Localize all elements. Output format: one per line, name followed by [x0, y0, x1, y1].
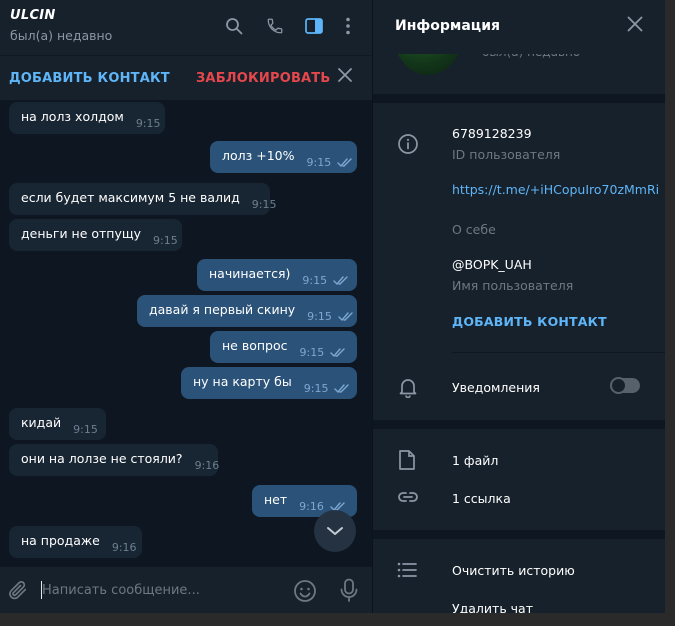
file-icon: [397, 449, 417, 475]
username-value[interactable]: @BOPK_UAH: [452, 257, 532, 272]
close-icon[interactable]: [338, 67, 352, 86]
message-text: они на лолзе не стояли?: [21, 450, 183, 466]
bio-label: О себе: [452, 222, 496, 237]
sidebar-panel-icon[interactable]: [302, 14, 326, 38]
message-time: 9:15: [251, 197, 277, 211]
read-check-icon: [330, 347, 346, 357]
message-bubble[interactable]: если будет максимум 5 не валид 9:15: [9, 183, 276, 215]
message-text: на продаже: [21, 532, 100, 548]
bio-link[interactable]: https://t.me/+iHCopuIro70zMmRi: [452, 180, 662, 199]
message-text: не вопрос: [222, 337, 288, 353]
scroll-to-bottom-button[interactable]: [314, 510, 356, 552]
message-time: 9:16: [111, 540, 137, 554]
message-time: 9:15: [302, 273, 328, 287]
contact-action-bar: ДОБАВИТЬ КОНТАКТ ЗАБЛОКИРОВАТЬ: [0, 55, 372, 100]
message-time: 9:15: [306, 155, 332, 169]
window-edge: [0, 613, 675, 626]
emoji-icon[interactable]: [293, 579, 317, 607]
window-edge: [665, 0, 675, 626]
info-panel: был(а) недавно Информация 6789128239 ID …: [373, 0, 665, 613]
info-title: Информация: [395, 18, 500, 34]
chat-header[interactable]: ULCIN был(а) недавно: [0, 0, 372, 55]
message-bubble[interactable]: лолз +10% 9:15: [210, 141, 357, 173]
message-time: 9:16: [194, 458, 220, 472]
chevron-down-icon: [327, 527, 343, 535]
section-separator: [373, 420, 665, 429]
chat-status: был(а) недавно: [10, 28, 113, 43]
add-contact-link[interactable]: ДОБАВИТЬ КОНТАКТ: [452, 314, 607, 329]
links-count[interactable]: 1 ссылка: [452, 491, 511, 506]
message-bubble[interactable]: они на лолзе не стояли? 9:16: [9, 444, 220, 476]
message-time: 9:16: [299, 499, 324, 513]
notifications-label: Уведомления: [452, 380, 540, 395]
close-icon[interactable]: [627, 16, 643, 36]
notifications-toggle[interactable]: [610, 377, 640, 394]
message-time: 9:15: [73, 422, 98, 436]
chat-pane: ULCIN был(а) недавно ДОБАВИТЬ КОНТАКТ ЗА…: [0, 0, 372, 626]
message-text: ну на карту бы: [193, 373, 292, 389]
message-time: 9:15: [299, 345, 325, 359]
message-text: деньги не отпущу: [21, 225, 142, 241]
read-check-icon: [333, 275, 349, 285]
block-user-button[interactable]: ЗАБЛОКИРОВАТЬ: [196, 71, 331, 86]
microphone-icon[interactable]: [339, 578, 359, 606]
clear-history-button[interactable]: Очистить историю: [452, 563, 575, 578]
message-bubble[interactable]: на лолз холдом 9:15: [9, 102, 165, 134]
chat-title[interactable]: ULCIN: [10, 8, 56, 23]
message-text: если будет максимум 5 не валид: [21, 189, 240, 205]
info-icon: [397, 133, 419, 159]
username-label: Имя пользователя: [452, 278, 574, 293]
toggle-knob: [610, 377, 627, 394]
list-icon: [397, 562, 417, 582]
message-text: начинается): [209, 265, 291, 281]
message-text: лолз +10%: [222, 147, 295, 163]
message-bubble[interactable]: на продаже 9:16: [9, 526, 142, 558]
more-vertical-icon[interactable]: [336, 14, 360, 38]
search-icon[interactable]: [222, 14, 246, 38]
section-separator: [373, 530, 665, 539]
message-bubble[interactable]: начинается) 9:15: [197, 259, 357, 291]
read-check-icon: [337, 157, 353, 167]
message-bubble[interactable]: кидай 9:15: [9, 408, 106, 440]
message-bubble[interactable]: не вопрос 9:15: [210, 331, 357, 363]
link-icon: [397, 489, 419, 508]
message-text: кидай: [21, 414, 62, 430]
info-header: Информация: [373, 0, 665, 54]
read-check-icon: [338, 311, 354, 321]
message-composer: [0, 566, 372, 613]
message-text: давай я первый скину: [149, 301, 296, 317]
message-time: 9:15: [307, 309, 332, 323]
section-separator: [373, 94, 665, 103]
message-time: 9:15: [135, 116, 161, 130]
message-text: на лолз холдом: [21, 108, 124, 124]
message-bubble[interactable]: деньги не отпущу 9:15: [9, 219, 182, 251]
message-bubble[interactable]: ну на карту бы 9:15: [181, 367, 357, 399]
delete-chat-button[interactable]: Удалить чат: [452, 601, 533, 613]
message-input[interactable]: [42, 580, 282, 600]
read-check-icon: [334, 383, 350, 393]
divider: [452, 352, 665, 353]
message-list[interactable]: на лолз холдом 9:15 лолз +10% 9:15 если …: [0, 100, 372, 566]
files-count[interactable]: 1 файл: [452, 453, 498, 468]
message-time: 9:15: [303, 381, 329, 395]
message-bubble[interactable]: давай я первый скину 9:15: [137, 295, 357, 327]
add-contact-button[interactable]: ДОБАВИТЬ КОНТАКТ: [9, 71, 170, 86]
bell-icon: [397, 376, 419, 402]
paperclip-icon[interactable]: [7, 579, 29, 605]
message-time: 9:15: [153, 233, 178, 247]
user-id-label: ID пользователя: [452, 147, 561, 162]
user-id-value[interactable]: 6789128239: [452, 126, 532, 141]
phone-icon[interactable]: [263, 14, 287, 38]
message-text: нет: [264, 491, 288, 507]
